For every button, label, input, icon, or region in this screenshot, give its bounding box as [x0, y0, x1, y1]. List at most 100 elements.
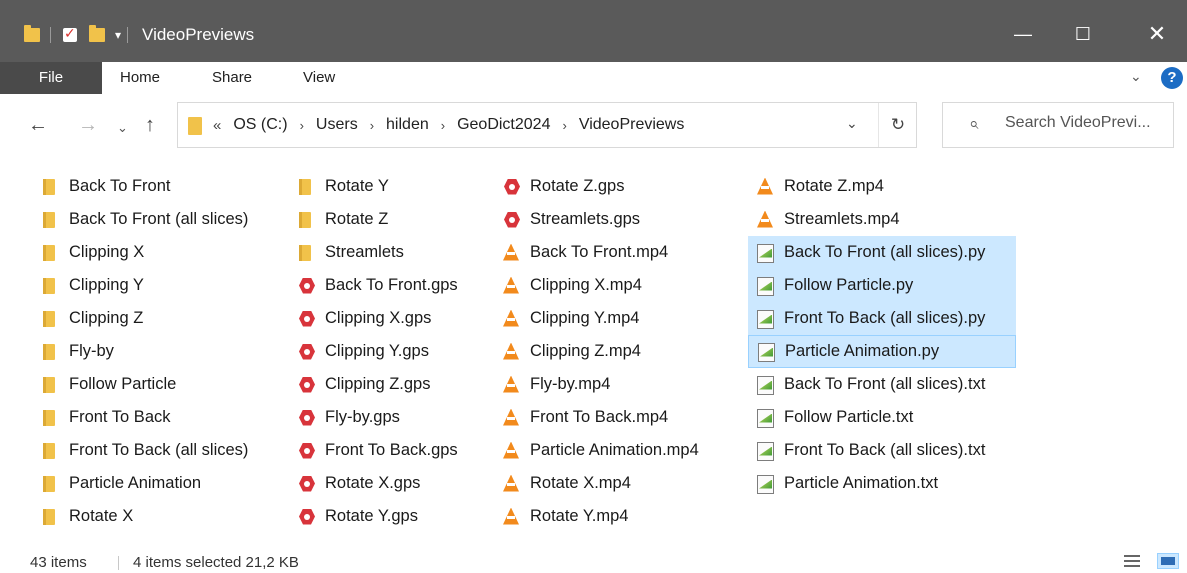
file-item[interactable]: Front To Back.gps: [289, 434, 475, 467]
file-item[interactable]: Front To Back (all slices).txt: [748, 434, 1016, 467]
hidden-path-chevron[interactable]: «: [213, 117, 221, 134]
file-item[interactable]: Particle Animation: [33, 467, 269, 500]
file-name: Clipping Z: [69, 309, 144, 327]
large-icons-view-icon[interactable]: [1157, 553, 1179, 569]
gps-file-icon: [502, 210, 520, 230]
file-item[interactable]: Back To Front (all slices).txt: [748, 368, 1016, 401]
folder-icon: [41, 177, 59, 197]
file-name: Clipping Z.gps: [325, 375, 431, 393]
file-item[interactable]: Front To Back.mp4: [494, 401, 730, 434]
file-name: Follow Particle.txt: [784, 408, 914, 426]
file-name: Back To Front (all slices): [69, 210, 249, 228]
file-item[interactable]: Clipping Z.mp4: [494, 335, 730, 368]
folder-icon[interactable]: [24, 25, 40, 42]
properties-icon[interactable]: [63, 25, 77, 42]
tab-file[interactable]: File: [0, 62, 102, 94]
chevron-right-icon[interactable]: ›: [370, 118, 374, 133]
folder-icon: [41, 474, 59, 494]
address-bar[interactable]: « OS (C:) › Users › hilden › GeoDict2024…: [177, 102, 917, 148]
tab-share[interactable]: Share: [212, 62, 252, 94]
file-item[interactable]: Rotate Z.gps: [494, 170, 730, 203]
chevron-right-icon[interactable]: ›: [562, 118, 566, 133]
vlc-icon: [502, 441, 520, 461]
file-item[interactable]: Front To Back: [33, 401, 269, 434]
help-icon[interactable]: ?: [1161, 67, 1183, 89]
file-item[interactable]: Follow Particle.py: [748, 269, 1016, 302]
breadcrumb-item-geodict[interactable]: GeoDict2024: [457, 116, 550, 134]
file-item[interactable]: Clipping X.mp4: [494, 269, 730, 302]
file-name: Rotate Z.gps: [530, 177, 625, 195]
file-item[interactable]: Fly-by.mp4: [494, 368, 730, 401]
file-item[interactable]: Back To Front: [33, 170, 269, 203]
file-column: Rotate Z.gps Streamlets.gps Back To Front.…: [494, 170, 730, 533]
folder-icon: [41, 342, 59, 362]
file-item[interactable]: Clipping Y.gps: [289, 335, 475, 368]
file-item[interactable]: Streamlets: [289, 236, 475, 269]
file-item[interactable]: Rotate Y: [289, 170, 475, 203]
file-name: Fly-by.mp4: [530, 375, 611, 393]
search-input[interactable]: [1005, 114, 1171, 132]
back-button[interactable]: ←: [28, 114, 48, 137]
forward-button[interactable]: →: [78, 114, 98, 137]
file-item[interactable]: Rotate Y.gps: [289, 500, 475, 533]
file-item[interactable]: Rotate X.mp4: [494, 467, 730, 500]
file-item[interactable]: Streamlets.gps: [494, 203, 730, 236]
maximize-button[interactable]: ☐: [1060, 18, 1106, 50]
file-item[interactable]: Clipping X: [33, 236, 269, 269]
file-item[interactable]: Back To Front (all slices).py: [748, 236, 1016, 269]
file-item[interactable]: Clipping Y.mp4: [494, 302, 730, 335]
file-item[interactable]: Clipping X.gps: [289, 302, 475, 335]
chevron-right-icon[interactable]: ›: [441, 118, 445, 133]
file-item[interactable]: Rotate Z: [289, 203, 475, 236]
file-name: Front To Back.gps: [325, 441, 458, 459]
breadcrumb-item-hilden[interactable]: hilden: [386, 116, 429, 134]
customize-toolbar-dropdown[interactable]: ▾: [115, 28, 121, 42]
chevron-right-icon[interactable]: ›: [300, 118, 304, 133]
address-dropdown-icon[interactable]: ⌄: [846, 115, 858, 132]
gps-file-icon: [502, 177, 520, 197]
file-item[interactable]: Fly-by.gps: [289, 401, 475, 434]
file-item[interactable]: Fly-by: [33, 335, 269, 368]
file-item[interactable]: Follow Particle.txt: [748, 401, 1016, 434]
script-file-icon: [756, 309, 774, 329]
folder-icon: [297, 177, 315, 197]
file-item[interactable]: Particle Animation.py: [748, 335, 1016, 368]
up-button[interactable]: ↑: [145, 114, 155, 137]
minimize-button[interactable]: —: [1000, 18, 1046, 50]
tab-home[interactable]: Home: [120, 62, 160, 94]
expand-ribbon-icon[interactable]: ⌄: [1130, 68, 1142, 85]
close-button[interactable]: ✕: [1134, 18, 1180, 50]
file-item[interactable]: Particle Animation.txt: [748, 467, 1016, 500]
tab-view[interactable]: View: [303, 62, 335, 94]
file-name: Particle Animation: [69, 474, 202, 492]
file-item[interactable]: Back To Front.mp4: [494, 236, 730, 269]
details-view-icon[interactable]: [1124, 554, 1140, 568]
recent-locations-button[interactable]: ⌄: [117, 120, 128, 136]
file-item[interactable]: Front To Back (all slices): [33, 434, 269, 467]
breadcrumb-item-videopreviews[interactable]: VideoPreviews: [579, 116, 685, 134]
file-item[interactable]: Particle Animation.mp4: [494, 434, 730, 467]
file-item[interactable]: Clipping Z.gps: [289, 368, 475, 401]
file-item[interactable]: Front To Back (all slices).py: [748, 302, 1016, 335]
breadcrumb-item-users[interactable]: Users: [316, 116, 358, 134]
file-name: Rotate X: [69, 507, 134, 525]
file-item[interactable]: Back To Front.gps: [289, 269, 475, 302]
new-folder-icon[interactable]: [89, 25, 105, 42]
file-item[interactable]: Rotate Y.mp4: [494, 500, 730, 533]
gps-file-icon: [297, 342, 315, 362]
file-name: Back To Front: [69, 177, 171, 195]
folder-icon: [41, 243, 59, 263]
breadcrumb-item-os[interactable]: OS (C:): [233, 116, 287, 134]
file-item[interactable]: Clipping Y: [33, 269, 269, 302]
file-item[interactable]: Streamlets.mp4: [748, 203, 1016, 236]
search-box[interactable]: ⌕: [942, 102, 1174, 148]
refresh-button[interactable]: ↻: [878, 103, 917, 147]
file-item[interactable]: Rotate X: [33, 500, 269, 533]
file-name: Front To Back (all slices): [69, 441, 249, 459]
file-item[interactable]: Back To Front (all slices): [33, 203, 269, 236]
file-item[interactable]: Rotate X.gps: [289, 467, 475, 500]
file-item[interactable]: Follow Particle: [33, 368, 269, 401]
window-title: VideoPreviews: [142, 25, 255, 44]
file-item[interactable]: Rotate Z.mp4: [748, 170, 1016, 203]
file-item[interactable]: Clipping Z: [33, 302, 269, 335]
